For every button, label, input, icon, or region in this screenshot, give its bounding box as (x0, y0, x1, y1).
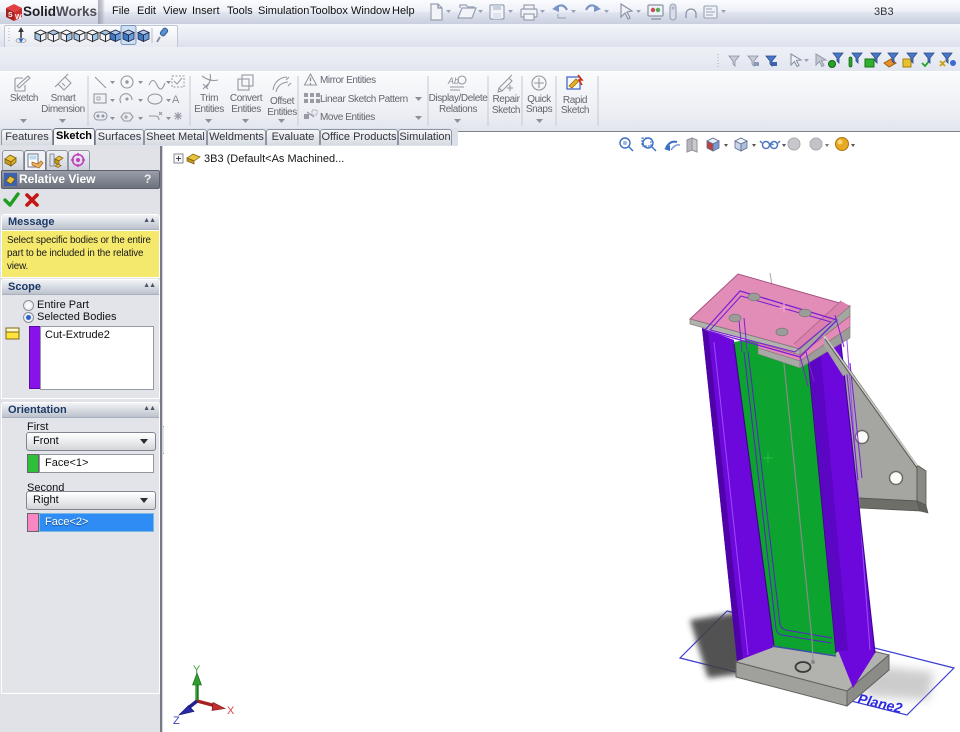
svg-text:Linear Sketch Pattern: Linear Sketch Pattern (320, 94, 408, 105)
svg-text:Entities: Entities (231, 104, 261, 115)
svg-text:Trim: Trim (200, 93, 218, 104)
svg-text:Z: Z (173, 715, 180, 725)
svg-text:Entities: Entities (194, 104, 224, 115)
svg-text:Sketch: Sketch (10, 93, 38, 104)
svg-text:Mirror Entities: Mirror Entities (320, 75, 376, 86)
svg-text:Display/Delete: Display/Delete (429, 93, 489, 104)
svg-text:Move Entities: Move Entities (320, 112, 375, 123)
svg-text:Dimension: Dimension (41, 104, 85, 115)
svg-text:A: A (172, 94, 180, 106)
svg-text:S: S (8, 12, 13, 19)
svg-text:Entities: Entities (267, 107, 297, 118)
svg-text:X: X (227, 705, 235, 717)
svg-text:Sketch: Sketch (561, 105, 589, 116)
svg-text:Repair: Repair (492, 94, 520, 105)
svg-text:Ab: Ab (447, 76, 459, 86)
svg-text:Relations: Relations (439, 104, 477, 115)
svg-text:Offset: Offset (270, 96, 295, 107)
svg-text:W: W (15, 14, 22, 21)
svg-text:Sketch: Sketch (492, 105, 520, 116)
svg-text:Smart: Smart (51, 93, 76, 104)
svg-text:Convert: Convert (230, 93, 263, 104)
svg-text:Snaps: Snaps (526, 104, 553, 115)
